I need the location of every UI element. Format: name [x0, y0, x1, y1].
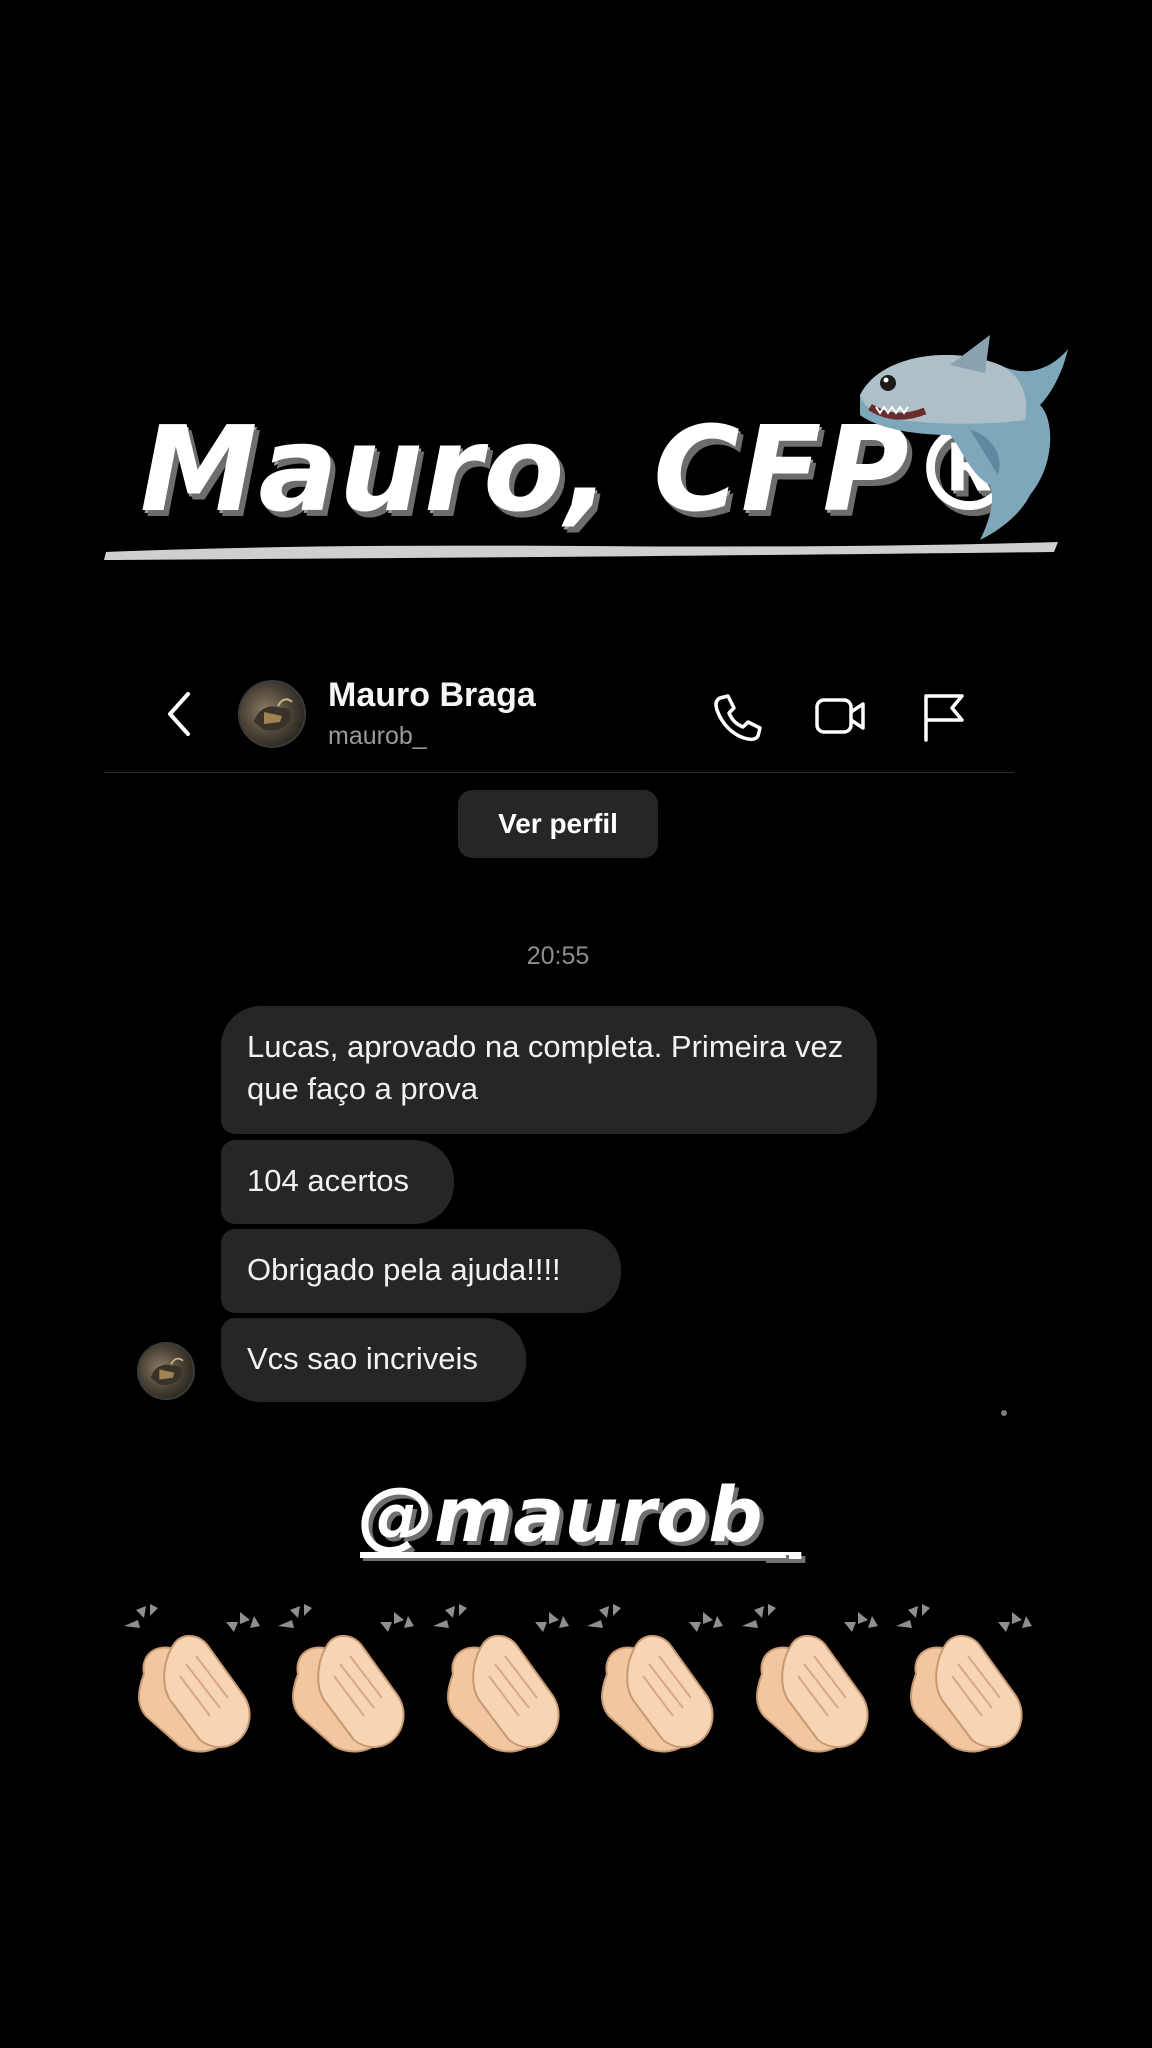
handle-underline: [360, 1552, 786, 1558]
view-profile-button[interactable]: Ver perfil: [458, 790, 658, 858]
contact-name: Mauro Braga: [328, 676, 536, 714]
message-bubble[interactable]: Vcs sao incriveis: [221, 1318, 526, 1402]
clapping-hands-icon: [895, 1604, 1032, 1753]
report-button[interactable]: [916, 688, 972, 744]
message-timestamp: 20:55: [526, 942, 590, 970]
back-button[interactable]: [160, 690, 200, 738]
bull-avatar-icon: [150, 1357, 184, 1385]
chevron-left-icon: [168, 692, 190, 736]
scroll-indicator: [1001, 1410, 1007, 1416]
clapping-hands-icon: [124, 1604, 260, 1753]
video-call-button[interactable]: [812, 688, 868, 744]
clapping-hands-icon: [278, 1604, 415, 1753]
clapping-hands-icon: [432, 1604, 569, 1753]
message-bubble[interactable]: 104 acertos: [221, 1140, 454, 1224]
chat-header: Mauro Braga maurob_: [104, 660, 1014, 773]
instagram-handle-text: @maurob_: [358, 1470, 801, 1559]
clapping-hands-icon: [741, 1604, 878, 1753]
sender-avatar[interactable]: [137, 1342, 195, 1400]
story-title: Mauro, CFP®: [100, 335, 1100, 580]
flag-icon: [924, 694, 964, 742]
video-camera-icon: [815, 698, 865, 734]
contact-avatar[interactable]: [238, 680, 306, 748]
contact-handle: maurob_: [328, 722, 427, 750]
call-button[interactable]: [708, 688, 764, 744]
shark-emoji-icon: [860, 335, 1068, 540]
clapping-hands-row: [124, 1604, 1044, 1764]
message-bubble[interactable]: Obrigado pela ajuda!!!!: [221, 1229, 621, 1313]
bull-avatar-icon: [254, 698, 293, 731]
message-bubble[interactable]: Lucas, aprovado na completa. Primeira ve…: [221, 1006, 877, 1134]
clapping-hands-icon: [587, 1604, 724, 1753]
phone-icon: [714, 694, 762, 742]
